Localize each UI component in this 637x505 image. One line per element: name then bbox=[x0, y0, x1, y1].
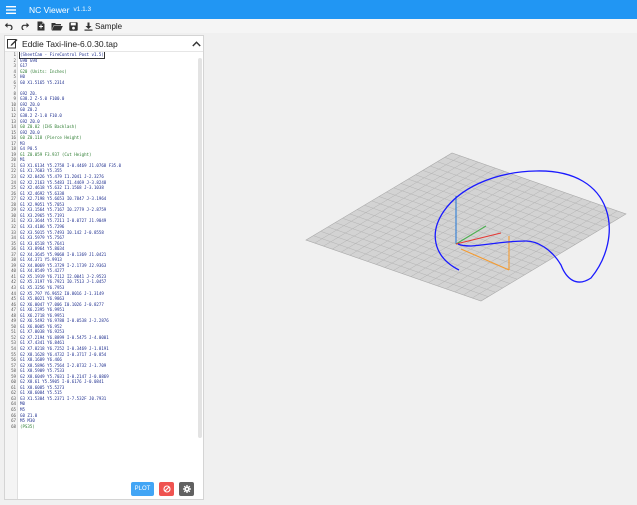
new-file-icon[interactable] bbox=[34, 20, 48, 32]
grid-plane bbox=[305, 152, 627, 302]
file-header: Eddie Taxi-line-6.0.30.tap bbox=[5, 36, 203, 52]
file-name: Eddie Taxi-line-6.0.30.tap bbox=[22, 38, 118, 49]
title-bar: NC Viewer v1.1.3 bbox=[0, 0, 637, 19]
edit-icon bbox=[7, 39, 18, 49]
sample-button-label: Sample bbox=[95, 21, 123, 31]
stop-icon bbox=[162, 485, 171, 493]
open-folder-icon[interactable] bbox=[50, 20, 64, 32]
undo-icon[interactable] bbox=[2, 20, 16, 32]
redo-icon[interactable] bbox=[18, 20, 32, 32]
collapse-chevron-up-icon[interactable] bbox=[189, 40, 203, 47]
editor-scrollbar[interactable] bbox=[198, 58, 202, 438]
gear-icon bbox=[182, 485, 191, 493]
line-number: 68 bbox=[11, 423, 16, 429]
3d-viewport[interactable] bbox=[206, 33, 637, 500]
toolpath-3d-view[interactable] bbox=[206, 33, 637, 500]
settings-button[interactable] bbox=[179, 482, 194, 496]
hamburger-menu-icon[interactable] bbox=[3, 0, 19, 19]
code-lines: 1 (SheetCam - FireControl Post v1.5) 2 G90 … bbox=[5, 52, 203, 429]
code-line: 68 (PS35) bbox=[5, 424, 203, 430]
app-title: NC Viewer bbox=[29, 4, 70, 15]
save-icon[interactable] bbox=[66, 20, 80, 32]
download-icon bbox=[84, 22, 93, 31]
sample-button[interactable]: Sample bbox=[82, 20, 124, 32]
gcode-editor[interactable]: 1 (SheetCam - FireControl Post v1.5) 2 G90 … bbox=[5, 52, 203, 499]
stop-button[interactable] bbox=[159, 482, 174, 496]
line-text: (PS35) bbox=[20, 423, 35, 429]
app-version: v1.1.3 bbox=[73, 6, 92, 13]
toolbar: Sample bbox=[0, 19, 637, 33]
plot-button[interactable]: PLOT bbox=[131, 482, 154, 496]
gcode-editor-panel: Eddie Taxi-line-6.0.30.tap 1 (SheetCam - … bbox=[4, 35, 204, 500]
action-buttons: PLOT bbox=[131, 482, 194, 496]
